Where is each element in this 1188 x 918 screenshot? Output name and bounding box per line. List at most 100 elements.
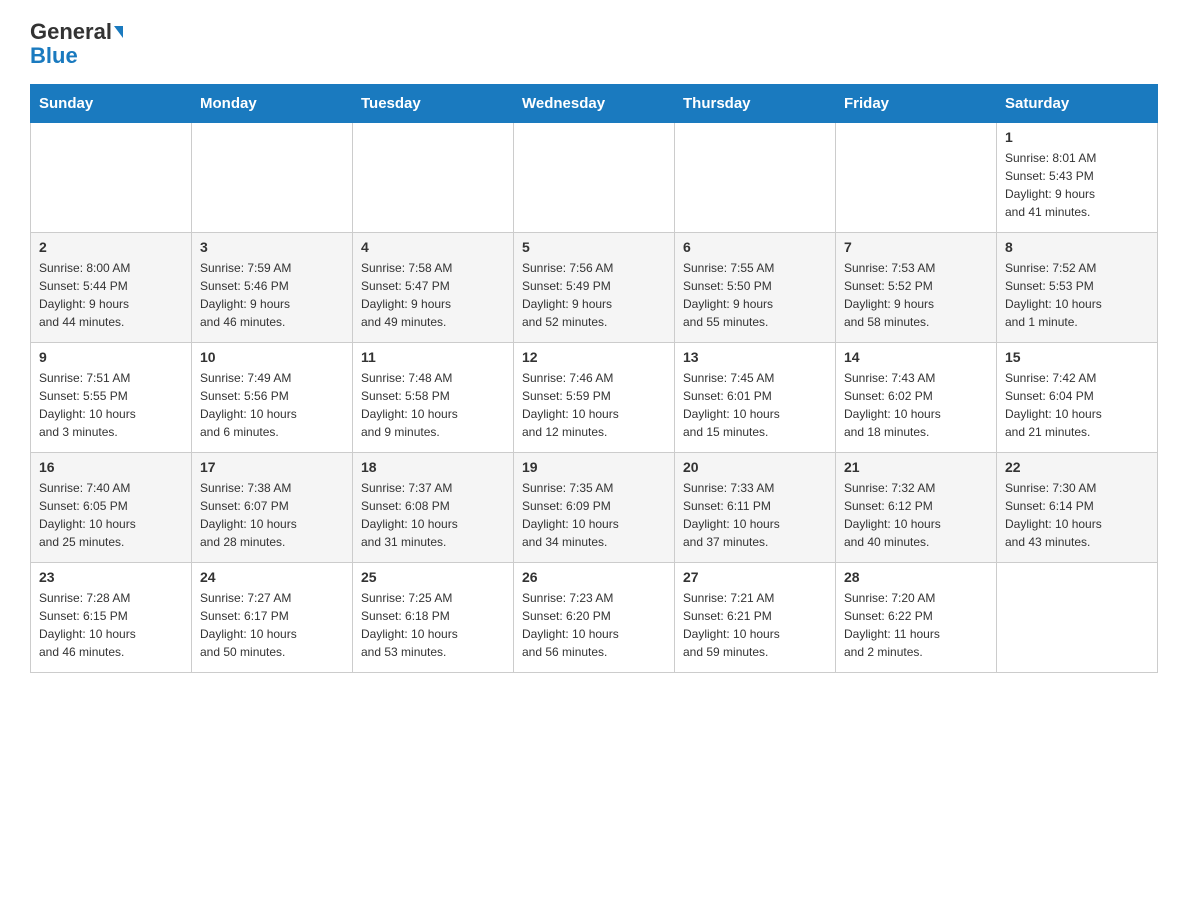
weekday-header: Monday [192, 85, 353, 123]
calendar-week-row: 2 Sunrise: 8:00 AM Sunset: 5:44 PM Daylig… [31, 233, 1158, 343]
day-number: 20 [683, 459, 827, 475]
logo-arrow-icon [114, 26, 123, 38]
calendar-day-cell: 4 Sunrise: 7:58 AM Sunset: 5:47 PM Daylig… [353, 233, 514, 343]
day-info: Sunrise: 7:49 AM Sunset: 5:56 PM Dayligh… [200, 369, 344, 441]
calendar-day-cell: 15Sunrise: 7:42 AM Sunset: 6:04 PM Dayli… [997, 343, 1158, 453]
calendar-day-cell: 21 Sunrise: 7:32 AM Sunset: 6:12 PM Dayli… [836, 453, 997, 563]
calendar-day-cell: 7 Sunrise: 7:53 AM Sunset: 5:52 PM Daylig… [836, 233, 997, 343]
day-info: Sunrise: 7:38 AM Sunset: 6:07 PM Dayligh… [200, 479, 344, 551]
day-info: Sunrise: 7:48 AM Sunset: 5:58 PM Dayligh… [361, 369, 505, 441]
day-number: 3 [200, 239, 344, 255]
day-number: 13 [683, 349, 827, 365]
day-info: Sunrise: 7:58 AM Sunset: 5:47 PM Dayligh… [361, 259, 505, 331]
day-info: Sunrise: 7:56 AM Sunset: 5:49 PM Dayligh… [522, 259, 666, 331]
day-number: 1 [1005, 129, 1149, 145]
day-info: Sunrise: 7:51 AM Sunset: 5:55 PM Dayligh… [39, 369, 183, 441]
day-number: 21 [844, 459, 988, 475]
weekday-header: Saturday [997, 85, 1158, 123]
day-number: 2 [39, 239, 183, 255]
calendar-day-cell: 9Sunrise: 7:51 AM Sunset: 5:55 PM Daylig… [31, 343, 192, 453]
calendar-day-cell: 6 Sunrise: 7:55 AM Sunset: 5:50 PM Daylig… [675, 233, 836, 343]
calendar-day-cell: 20 Sunrise: 7:33 AM Sunset: 6:11 PM Dayli… [675, 453, 836, 563]
calendar-day-cell: 19 Sunrise: 7:35 AM Sunset: 6:09 PM Dayli… [514, 453, 675, 563]
day-info: Sunrise: 7:59 AM Sunset: 5:46 PM Dayligh… [200, 259, 344, 331]
day-info: Sunrise: 7:53 AM Sunset: 5:52 PM Dayligh… [844, 259, 988, 331]
day-info: Sunrise: 7:40 AM Sunset: 6:05 PM Dayligh… [39, 479, 183, 551]
calendar-day-cell: 22Sunrise: 7:30 AM Sunset: 6:14 PM Dayli… [997, 453, 1158, 563]
calendar-day-cell [31, 123, 192, 233]
day-info: Sunrise: 7:37 AM Sunset: 6:08 PM Dayligh… [361, 479, 505, 551]
logo-blue: Blue [30, 44, 78, 68]
day-number: 28 [844, 569, 988, 585]
calendar-day-cell: 17 Sunrise: 7:38 AM Sunset: 6:07 PM Dayli… [192, 453, 353, 563]
calendar-day-cell: 18 Sunrise: 7:37 AM Sunset: 6:08 PM Dayli… [353, 453, 514, 563]
day-number: 17 [200, 459, 344, 475]
day-number: 24 [200, 569, 344, 585]
calendar-day-cell: 14Sunrise: 7:43 AM Sunset: 6:02 PM Dayli… [836, 343, 997, 453]
day-number: 8 [1005, 239, 1149, 255]
page-header: General Blue [30, 20, 1158, 68]
day-info: Sunrise: 7:45 AM Sunset: 6:01 PM Dayligh… [683, 369, 827, 441]
calendar-week-row: 16 Sunrise: 7:40 AM Sunset: 6:05 PM Dayli… [31, 453, 1158, 563]
calendar-day-cell: 27Sunrise: 7:21 AM Sunset: 6:21 PM Dayli… [675, 563, 836, 673]
calendar-day-cell: 5 Sunrise: 7:56 AM Sunset: 5:49 PM Daylig… [514, 233, 675, 343]
day-info: Sunrise: 8:00 AM Sunset: 5:44 PM Dayligh… [39, 259, 183, 331]
calendar-day-cell: 13 Sunrise: 7:45 AM Sunset: 6:01 PM Dayli… [675, 343, 836, 453]
day-number: 23 [39, 569, 183, 585]
day-number: 19 [522, 459, 666, 475]
day-number: 11 [361, 349, 505, 365]
day-info: Sunrise: 7:23 AM Sunset: 6:20 PM Dayligh… [522, 589, 666, 661]
calendar-day-cell [836, 123, 997, 233]
day-info: Sunrise: 7:30 AM Sunset: 6:14 PM Dayligh… [1005, 479, 1149, 551]
calendar-day-cell: 10 Sunrise: 7:49 AM Sunset: 5:56 PM Dayli… [192, 343, 353, 453]
calendar-day-cell [353, 123, 514, 233]
weekday-header: Thursday [675, 85, 836, 123]
day-info: Sunrise: 7:27 AM Sunset: 6:17 PM Dayligh… [200, 589, 344, 661]
day-number: 14 [844, 349, 988, 365]
calendar-day-cell: 11 Sunrise: 7:48 AM Sunset: 5:58 PM Dayli… [353, 343, 514, 453]
weekday-header: Tuesday [353, 85, 514, 123]
calendar-table: SundayMondayTuesdayWednesdayThursdayFrid… [30, 84, 1158, 673]
day-info: Sunrise: 7:33 AM Sunset: 6:11 PM Dayligh… [683, 479, 827, 551]
calendar-day-cell: 28 Sunrise: 7:20 AM Sunset: 6:22 PM Dayli… [836, 563, 997, 673]
calendar-day-cell: 25 Sunrise: 7:25 AM Sunset: 6:18 PM Dayli… [353, 563, 514, 673]
day-number: 25 [361, 569, 505, 585]
day-number: 16 [39, 459, 183, 475]
day-number: 6 [683, 239, 827, 255]
day-info: Sunrise: 7:35 AM Sunset: 6:09 PM Dayligh… [522, 479, 666, 551]
calendar-day-cell [192, 123, 353, 233]
day-info: Sunrise: 7:28 AM Sunset: 6:15 PM Dayligh… [39, 589, 183, 661]
calendar-day-cell [997, 563, 1158, 673]
calendar-week-row: 1 Sunrise: 8:01 AM Sunset: 5:43 PM Daylig… [31, 123, 1158, 233]
day-info: Sunrise: 7:32 AM Sunset: 6:12 PM Dayligh… [844, 479, 988, 551]
weekday-header: Friday [836, 85, 997, 123]
day-info: Sunrise: 7:20 AM Sunset: 6:22 PM Dayligh… [844, 589, 988, 661]
day-number: 26 [522, 569, 666, 585]
calendar-day-cell: 12Sunrise: 7:46 AM Sunset: 5:59 PM Dayli… [514, 343, 675, 453]
calendar-week-row: 9Sunrise: 7:51 AM Sunset: 5:55 PM Daylig… [31, 343, 1158, 453]
logo: General Blue [30, 20, 123, 68]
calendar-day-cell [675, 123, 836, 233]
day-info: Sunrise: 7:42 AM Sunset: 6:04 PM Dayligh… [1005, 369, 1149, 441]
day-number: 5 [522, 239, 666, 255]
weekday-header: Sunday [31, 85, 192, 123]
day-number: 18 [361, 459, 505, 475]
calendar-day-cell: 2 Sunrise: 8:00 AM Sunset: 5:44 PM Daylig… [31, 233, 192, 343]
day-info: Sunrise: 7:55 AM Sunset: 5:50 PM Dayligh… [683, 259, 827, 331]
day-info: Sunrise: 7:46 AM Sunset: 5:59 PM Dayligh… [522, 369, 666, 441]
day-info: Sunrise: 7:52 AM Sunset: 5:53 PM Dayligh… [1005, 259, 1149, 331]
calendar-day-cell: 26 Sunrise: 7:23 AM Sunset: 6:20 PM Dayli… [514, 563, 675, 673]
day-info: Sunrise: 8:01 AM Sunset: 5:43 PM Dayligh… [1005, 149, 1149, 221]
calendar-day-cell: 24 Sunrise: 7:27 AM Sunset: 6:17 PM Dayli… [192, 563, 353, 673]
calendar-day-cell: 16 Sunrise: 7:40 AM Sunset: 6:05 PM Dayli… [31, 453, 192, 563]
calendar-day-cell: 1 Sunrise: 8:01 AM Sunset: 5:43 PM Daylig… [997, 123, 1158, 233]
day-number: 7 [844, 239, 988, 255]
day-number: 10 [200, 349, 344, 365]
day-info: Sunrise: 7:25 AM Sunset: 6:18 PM Dayligh… [361, 589, 505, 661]
calendar-day-cell: 8 Sunrise: 7:52 AM Sunset: 5:53 PM Daylig… [997, 233, 1158, 343]
weekday-header-row: SundayMondayTuesdayWednesdayThursdayFrid… [31, 85, 1158, 123]
day-number: 4 [361, 239, 505, 255]
calendar-day-cell [514, 123, 675, 233]
logo-general: General [30, 20, 112, 44]
day-number: 27 [683, 569, 827, 585]
